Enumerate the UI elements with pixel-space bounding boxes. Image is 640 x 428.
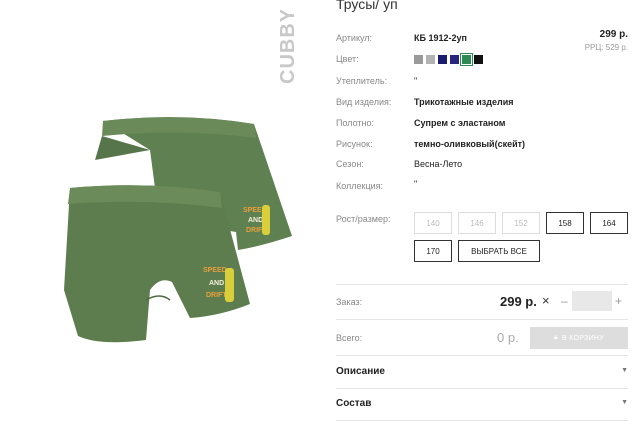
boxer-front <box>64 185 250 343</box>
type-label: Вид изделия: <box>336 97 392 107</box>
size-option-152: 152 <box>502 212 540 234</box>
type-value: Трикотажные изделия <box>414 97 514 107</box>
color-swatch[interactable] <box>438 55 447 64</box>
svg-text:AND: AND <box>248 217 263 224</box>
chevron-down-icon: ▼ <box>621 399 628 406</box>
season-value: Весна-Лето <box>414 159 463 169</box>
add-to-cart-label: В КОРЗИНУ <box>561 334 605 342</box>
season-label: Сезон: <box>336 159 364 169</box>
order-label: Заказ: <box>336 297 363 307</box>
increment-button[interactable]: + <box>615 294 622 308</box>
fabric-value: Супрем с эластаном <box>414 118 506 128</box>
article-value: КБ 1912-2уп <box>414 33 467 43</box>
size-option-158[interactable]: 158 <box>546 212 584 234</box>
quantity-input[interactable] <box>572 291 612 311</box>
product-photo: SPEED AND DRIFT SPEED AND DRIFT <box>64 117 292 343</box>
lock-icon: 🔒︎ <box>553 334 558 341</box>
divider <box>336 355 628 356</box>
size-option-140: 140 <box>414 212 452 234</box>
color-swatch[interactable] <box>474 55 483 64</box>
brand-logo: CUBBY <box>270 8 300 86</box>
page-title: Трусы/ уп <box>336 0 398 12</box>
decrement-button[interactable]: – <box>561 294 568 308</box>
size-options: 140 146 152 158 164 170 ВЫБРАТЬ ВСЕ <box>414 212 634 262</box>
total-label: Всего: <box>336 333 363 343</box>
color-swatches <box>414 53 483 66</box>
insulation-label: Утеплитель: <box>336 76 388 86</box>
collection-label: Коллекция: <box>336 181 384 191</box>
insulation-value: " <box>414 76 418 86</box>
order-price: 299 р. <box>500 294 537 309</box>
pattern-label: Рисунок: <box>336 139 373 149</box>
accordion-description[interactable]: Описание ▼ <box>336 366 628 377</box>
color-swatch[interactable] <box>426 55 435 64</box>
total-value: 0 р. <box>497 330 519 345</box>
fabric-label: Полотно: <box>336 118 375 128</box>
divider <box>336 388 628 389</box>
size-option-170[interactable]: 170 <box>414 240 452 262</box>
color-swatch[interactable] <box>414 55 423 64</box>
accordion-description-label: Описание <box>336 366 385 377</box>
svg-text:AND: AND <box>209 280 224 287</box>
pattern-value: темно-оливковый(скейт) <box>414 139 526 149</box>
select-all-button[interactable]: ВЫБРАТЬ ВСЕ <box>458 240 540 262</box>
remove-icon[interactable]: × <box>542 293 550 308</box>
color-swatch[interactable] <box>460 53 473 66</box>
rrp-price: РРЦ: 529 р. <box>584 43 628 52</box>
add-to-cart-button[interactable]: 🔒︎ В КОРЗИНУ <box>530 327 628 349</box>
chevron-down-icon: ▼ <box>621 367 628 374</box>
article-label: Артикул: <box>336 33 373 43</box>
size-option-164[interactable]: 164 <box>590 212 628 234</box>
color-swatch[interactable] <box>450 55 459 64</box>
svg-text:SPEED: SPEED <box>203 267 227 274</box>
collection-value: " <box>414 179 418 189</box>
accordion-composition-label: Состав <box>336 398 372 409</box>
price: 299 р. <box>599 29 628 40</box>
brand-logo-text: CUBBY <box>277 10 299 84</box>
color-label: Цвет: <box>336 54 359 64</box>
accordion-composition[interactable]: Состав ▼ <box>336 398 628 409</box>
divider <box>336 284 628 285</box>
divider <box>336 420 628 421</box>
size-label: Рост/размер: <box>336 214 391 224</box>
product-image[interactable]: SPEED AND DRIFT SPEED AND DRIFT CUBBY <box>0 0 310 428</box>
divider <box>336 319 628 320</box>
svg-text:DRIFT: DRIFT <box>206 292 227 299</box>
size-option-146: 146 <box>458 212 496 234</box>
